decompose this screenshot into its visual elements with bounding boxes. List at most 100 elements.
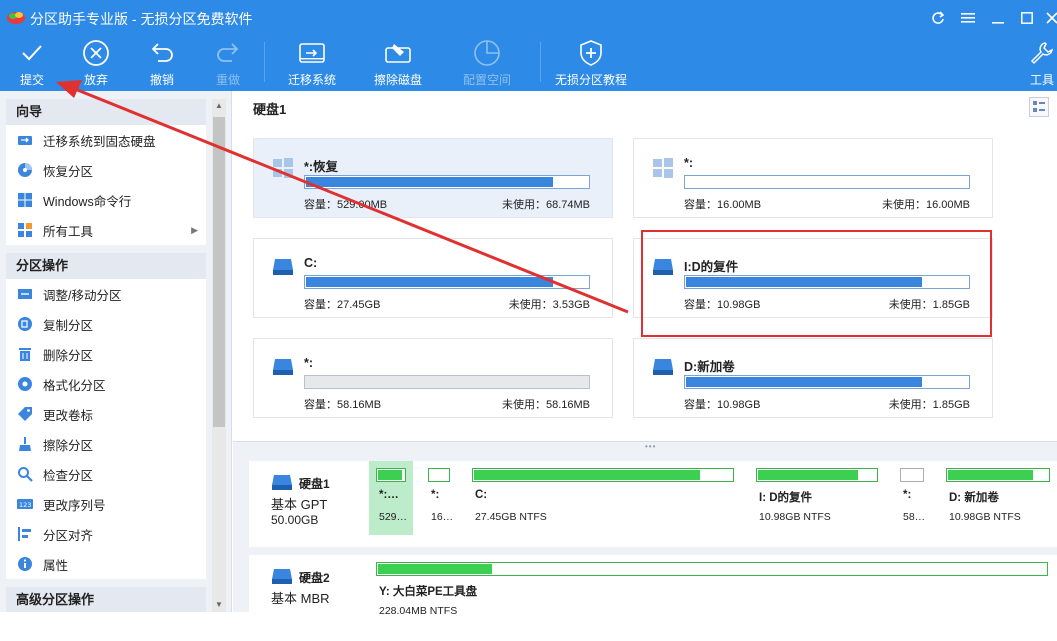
sidebar-item-check[interactable]: 检查分区 bbox=[6, 459, 206, 489]
sidebar-item-resize[interactable]: 调整/移动分区 bbox=[6, 279, 206, 309]
sidebar-item-format[interactable]: 格式化分区 bbox=[6, 369, 206, 399]
scrollbar-thumb[interactable] bbox=[213, 117, 225, 427]
panel-splitter[interactable]: ••• bbox=[233, 441, 1057, 451]
partition-name: *:恢复 bbox=[304, 160, 339, 174]
disk-title: 硬盘1 bbox=[253, 102, 287, 117]
usage-bar bbox=[376, 562, 1048, 576]
usage-bar bbox=[946, 468, 1050, 482]
tools-button[interactable]: 工具 bbox=[1027, 38, 1057, 90]
sidebar-item-serial[interactable]: 123 更改序列号 bbox=[6, 489, 206, 519]
close-icon[interactable] bbox=[1040, 6, 1057, 30]
disk-map-partition[interactable]: *: 16… bbox=[421, 461, 457, 535]
disk-info: 硬盘2 基本 MBR bbox=[249, 555, 353, 641]
windows-icon bbox=[272, 157, 294, 179]
sidebar-item-recover-partition[interactable]: 恢复分区 bbox=[6, 155, 206, 185]
view-toggle-icon[interactable] bbox=[1029, 97, 1049, 117]
minimize-icon[interactable] bbox=[986, 6, 1010, 30]
pie-icon bbox=[472, 38, 502, 68]
toolbar: 提交 放弃 撤销 重做 迁移系统 擦除磁盘 配置空间 无损分区教程 工具 bbox=[0, 36, 1057, 91]
disk-map-partition[interactable]: C: 27.45GB NTFS bbox=[465, 461, 741, 535]
tools-label: 工具 bbox=[1029, 73, 1054, 87]
disk-name: 硬盘1 bbox=[299, 477, 330, 491]
align-icon bbox=[17, 526, 33, 542]
partition-size: 10.98GB NTFS bbox=[759, 511, 831, 523]
sidebar-scrollbar[interactable]: ▲ ▼ bbox=[212, 99, 226, 612]
chevron-right-icon: ▶ bbox=[191, 224, 198, 235]
resize-icon bbox=[17, 286, 33, 302]
partition-ops-section: 分区操作 调整/移动分区 复制分区 删除分区 格式化分区 更改卷标 擦除分区 检… bbox=[6, 253, 206, 579]
disk-info: 硬盘1 基本 GPT 50.00GB bbox=[249, 461, 353, 547]
disk-type: 基本 GPT bbox=[271, 497, 328, 512]
sidebar-item-wipe[interactable]: 擦除分区 bbox=[6, 429, 206, 459]
partition-name: Y: 大白菜PE工具盘 bbox=[379, 586, 478, 598]
disk-name: 硬盘2 bbox=[299, 571, 330, 585]
refresh-icon[interactable] bbox=[926, 6, 950, 30]
undo-icon bbox=[147, 38, 177, 68]
partition-card[interactable]: *: 容量：16.00MB 未使用：16.00MB bbox=[633, 138, 993, 218]
partition-ops-header: 分区操作 bbox=[6, 253, 206, 279]
partition-free: 未使用：16.00MB bbox=[881, 199, 970, 211]
partition-card[interactable]: D:新加卷 容量：10.98GB 未使用：1.85GB bbox=[633, 338, 993, 418]
drive-icon bbox=[272, 257, 294, 279]
maximize-icon[interactable] bbox=[1015, 6, 1039, 30]
disk-map-partition[interactable]: I: D的复件 10.98GB NTFS bbox=[749, 461, 885, 535]
disk-map-partition[interactable]: *: 58… bbox=[893, 461, 931, 535]
window-title: 分区助手专业版 - 无损分区免费软件 bbox=[30, 11, 253, 27]
partition-size: 58… bbox=[903, 511, 926, 523]
sidebar-item-properties[interactable]: 属性 bbox=[6, 549, 206, 579]
disk-row-1[interactable]: 硬盘1 基本 GPT 50.00GB *:… 529… *: 16… C: 27.45GB… bbox=[249, 461, 1057, 547]
menu-icon[interactable] bbox=[956, 6, 980, 30]
partition-name: D: 新加卷 bbox=[949, 492, 999, 504]
sidebar-item-migrate-ssd[interactable]: 迁移系统到固态硬盘 bbox=[6, 125, 206, 155]
usage-bar bbox=[376, 468, 406, 482]
disk-type: 基本 MBR bbox=[271, 591, 330, 606]
disk-row-2[interactable]: 硬盘2 基本 MBR Y: 大白菜PE工具盘 228.04MB NTFS bbox=[249, 555, 1057, 641]
sidebar-item-label: 属性 bbox=[43, 558, 69, 573]
sidebar: 向导 迁移系统到固态硬盘 恢复分区 Windows命令行 所有工具 ▶ 分区操作 bbox=[0, 91, 232, 612]
disk-map-partition[interactable]: D: 新加卷 10.98GB NTFS bbox=[939, 461, 1057, 535]
sidebar-item-align[interactable]: 分区对齐 bbox=[6, 519, 206, 549]
partition-name: C: bbox=[475, 489, 488, 501]
sidebar-item-copy[interactable]: 复制分区 bbox=[6, 309, 206, 339]
partition-name: D:新加卷 bbox=[684, 360, 735, 374]
sidebar-item-windows-cmd[interactable]: Windows命令行 bbox=[6, 185, 206, 215]
undo-button[interactable]: 撤销 bbox=[146, 38, 178, 90]
migrate-system-button[interactable]: 迁移系统 bbox=[285, 38, 339, 90]
allocate-space-label: 配置空间 bbox=[462, 73, 511, 87]
wipe-disk-icon bbox=[383, 38, 413, 68]
wipe-disk-button[interactable]: 擦除磁盘 bbox=[371, 38, 425, 90]
redo-button[interactable]: 重做 bbox=[212, 38, 244, 90]
partition-card[interactable]: *:恢复 容量：529.00MB 未使用：68.74MB bbox=[253, 138, 613, 218]
sidebar-item-all-tools[interactable]: 所有工具 ▶ bbox=[6, 215, 206, 245]
drive-icon bbox=[271, 567, 293, 585]
serial-icon: 123 bbox=[17, 496, 33, 512]
disk-map-partition[interactable]: *:… 529… bbox=[369, 461, 413, 535]
undo-label: 撤销 bbox=[149, 73, 174, 87]
usage-bar bbox=[756, 468, 878, 482]
partition-tutorial-button[interactable]: 无损分区教程 bbox=[552, 38, 630, 90]
sidebar-item-label: 格式化分区 bbox=[43, 378, 106, 393]
partition-free: 未使用：3.53GB bbox=[508, 299, 590, 311]
sidebar-item-change-label[interactable]: 更改卷标 bbox=[6, 399, 206, 429]
windows-icon bbox=[652, 157, 674, 179]
partition-capacity: 容量：16.00MB bbox=[684, 199, 762, 211]
wrench-icon bbox=[1027, 38, 1057, 68]
allocate-space-button[interactable]: 配置空间 bbox=[460, 38, 514, 90]
sidebar-item-delete[interactable]: 删除分区 bbox=[6, 339, 206, 369]
partition-card[interactable]: C: 容量：27.45GB 未使用：3.53GB bbox=[253, 238, 613, 318]
migrate-icon bbox=[17, 132, 33, 148]
discard-button[interactable]: 放弃 bbox=[80, 38, 112, 90]
drive-icon bbox=[271, 473, 293, 491]
partition-name: I: D的复件 bbox=[759, 492, 813, 504]
wizard-section: 向导 迁移系统到固态硬盘 恢复分区 Windows命令行 所有工具 ▶ bbox=[6, 99, 206, 245]
advanced-ops-header: 高级分区操作 bbox=[6, 587, 206, 612]
partition-card[interactable]: *: 容量：58.16MB 未使用：58.16MB bbox=[253, 338, 613, 418]
windows-icon bbox=[17, 192, 33, 208]
partition-name: *: bbox=[684, 156, 694, 170]
disk-map-panel: 硬盘1 基本 GPT 50.00GB *:… 529… *: 16… C: 27.45GB… bbox=[233, 449, 1057, 641]
partition-capacity: 容量：529.00MB bbox=[304, 199, 388, 211]
disk-map-partition[interactable]: Y: 大白菜PE工具盘 228.04MB NTFS bbox=[369, 555, 1057, 629]
scroll-up-icon[interactable]: ▲ bbox=[212, 99, 226, 113]
scroll-down-icon[interactable]: ▼ bbox=[212, 598, 226, 612]
submit-button[interactable]: 提交 bbox=[16, 38, 48, 90]
